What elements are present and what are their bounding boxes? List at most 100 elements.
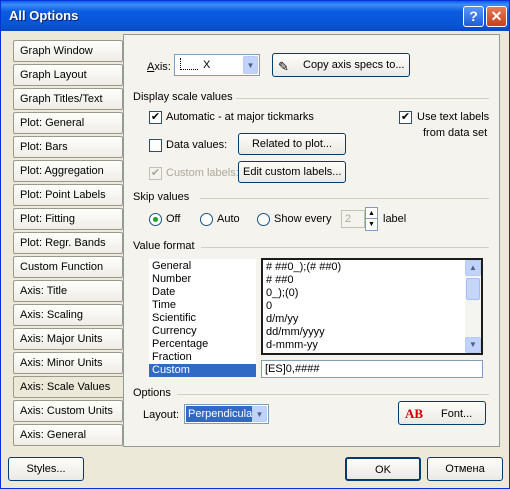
format-category-list[interactable]: General Number Date Time Scientific Curr… [149,259,256,377]
font-button-label: Font... [441,408,473,420]
format-string-input[interactable]: [ES]0,#### [261,360,483,378]
sidebar-item-plot-aggregation[interactable]: Plot: Aggregation [13,160,123,182]
list-item[interactable]: General [149,260,256,273]
all-options-dialog: All Options ? ✕ Graph Window Graph Layou… [0,0,510,489]
skip-auto-label: Auto [217,213,240,225]
list-item[interactable]: Date [149,286,256,299]
divider [177,394,489,395]
list-item[interactable]: Currency [149,325,256,338]
pencil-icon: ✎ [278,59,289,74]
use-text-labels-checkbox[interactable]: ✔ [399,111,412,124]
data-values-checkbox[interactable] [149,139,162,152]
layout-label: Layout: [143,409,180,421]
sidebar-item-axis-major-units[interactable]: Axis: Major Units [13,328,123,350]
title-bar[interactable]: All Options ? ✕ [1,1,509,31]
copy-axis-specs-label: Copy axis specs to... [303,59,405,71]
axis-select[interactable]: X ▼ [174,54,260,76]
display-scale-header: Display scale values [133,91,233,103]
sidebar-item-custom-function[interactable]: Custom Function [13,256,123,278]
chevron-down-icon[interactable]: ▼ [252,406,267,422]
skip-off-radio[interactable] [149,213,162,226]
sidebar-item-axis-title[interactable]: Axis: Title [13,280,123,302]
custom-labels-checkbox[interactable]: ✔ [149,167,162,180]
related-to-plot-button[interactable]: Related to plot... [238,133,346,155]
sidebar-item-label: Plot: Fitting [20,213,76,225]
list-item[interactable]: d/m/yy [263,313,481,326]
font-button[interactable]: AB Font... [398,401,486,425]
sidebar-item-label: Axis: General [20,429,87,441]
list-item[interactable]: 0_);(0) [263,287,481,300]
help-icon[interactable]: ? [463,6,484,27]
list-item[interactable]: Fraction [149,351,256,364]
sidebar-item-label: Graph Titles/Text [20,93,103,105]
use-text-labels-label-2: from data set [423,127,488,139]
scroll-up-icon[interactable]: ▲ [465,260,481,276]
sidebar-item-label: Plot: Bars [20,141,68,153]
sidebar-item-label: Plot: General [20,117,85,129]
list-item[interactable]: # ##0 [263,274,481,287]
styles-button[interactable]: Styles... [8,457,84,481]
divider [236,98,489,99]
list-item-selected[interactable]: Custom [149,364,256,377]
layout-select[interactable]: Perpendicular ▼ [184,404,269,424]
list-item[interactable]: Scientific [149,312,256,325]
sidebar-item-graph-window[interactable]: Graph Window [13,40,123,62]
skip-show-every-label: Show every [274,213,332,225]
sidebar-item-label: Custom Function [20,261,104,273]
skip-show-every-radio[interactable] [257,213,270,226]
options-panel: Axis: X ▼ ✎ Copy axis specs to... Displa… [123,34,500,447]
close-icon[interactable]: ✕ [486,6,507,27]
copy-axis-specs-button[interactable]: ✎ Copy axis specs to... [272,53,410,77]
sidebar-item-graph-layout[interactable]: Graph Layout [13,64,123,86]
scroll-thumb[interactable] [466,278,480,300]
sidebar-item-axis-minor-units[interactable]: Axis: Minor Units [13,352,123,374]
layout-select-value: Perpendicular [186,406,252,422]
sidebar-item-label: Axis: Major Units [20,333,103,345]
list-item[interactable]: dd/mm/yyyy [263,326,481,339]
list-item[interactable]: Time [149,299,256,312]
window-title: All Options [9,8,79,23]
divider [201,247,489,248]
list-item[interactable]: 0 [263,300,481,313]
show-every-suffix: label [383,213,407,225]
ok-button[interactable]: OK [345,457,421,481]
list-item[interactable]: Number [149,273,256,286]
sidebar-item-plot-general[interactable]: Plot: General [13,112,123,134]
sidebar-item-plot-bars[interactable]: Plot: Bars [13,136,123,158]
sidebar-item-label: Axis: Minor Units [20,357,103,369]
sidebar-item-label: Axis: Scale Values [20,381,111,393]
sidebar-item-axis-scale-values[interactable]: Axis: Scale Values [13,376,126,398]
chevron-down-icon[interactable]: ▼ [243,56,258,74]
axis-select-value: X [203,59,211,71]
list-item[interactable]: # ##0_);(# ##0) [263,261,481,274]
format-list-scrollbar[interactable]: ▲ ▼ [465,260,481,353]
sidebar-item-plot-regr-bands[interactable]: Plot: Regr. Bands [13,232,123,254]
skip-off-label: Off [166,213,181,225]
spinner-down-icon[interactable]: ▼ [366,219,377,230]
sidebar-item-axis-scaling[interactable]: Axis: Scaling [13,304,123,326]
sidebar-item-plot-fitting[interactable]: Plot: Fitting [13,208,123,230]
scroll-down-icon[interactable]: ▼ [465,337,481,353]
edit-custom-labels-button[interactable]: Edit custom labels... [238,161,346,183]
list-item[interactable]: Percentage [149,338,256,351]
skip-auto-radio[interactable] [200,213,213,226]
sidebar-item-axis-custom-units[interactable]: Axis: Custom Units [13,400,123,422]
list-item[interactable]: d-mmm-yy [263,339,481,352]
sidebar-item-label: Plot: Aggregation [20,165,104,177]
sidebar-item-label: Graph Window [20,45,93,57]
show-every-spinner[interactable]: ▲ ▼ [365,207,378,231]
cancel-button[interactable]: Отмена [427,457,503,481]
sidebar-item-plot-point-labels[interactable]: Plot: Point Labels [13,184,123,206]
sidebar-item-label: Plot: Point Labels [20,189,106,201]
spinner-up-icon[interactable]: ▲ [366,208,377,219]
sidebar-item-label: Graph Layout [20,69,87,81]
options-header: Options [133,387,171,399]
format-string-list[interactable]: # ##0_);(# ##0) # ##0 0_);(0) 0 d/m/yy d… [261,258,483,355]
automatic-checkbox[interactable]: ✔ [149,111,162,124]
sidebar-item-graph-titles[interactable]: Graph Titles/Text [13,88,123,110]
sidebar-item-axis-general[interactable]: Axis: General [13,424,123,446]
sidebar-item-label: Axis: Scaling [20,309,83,321]
show-every-input[interactable]: 2 [341,210,365,228]
use-text-labels-label: Use text labels [417,111,490,123]
custom-labels-label: Custom labels: [166,167,239,179]
